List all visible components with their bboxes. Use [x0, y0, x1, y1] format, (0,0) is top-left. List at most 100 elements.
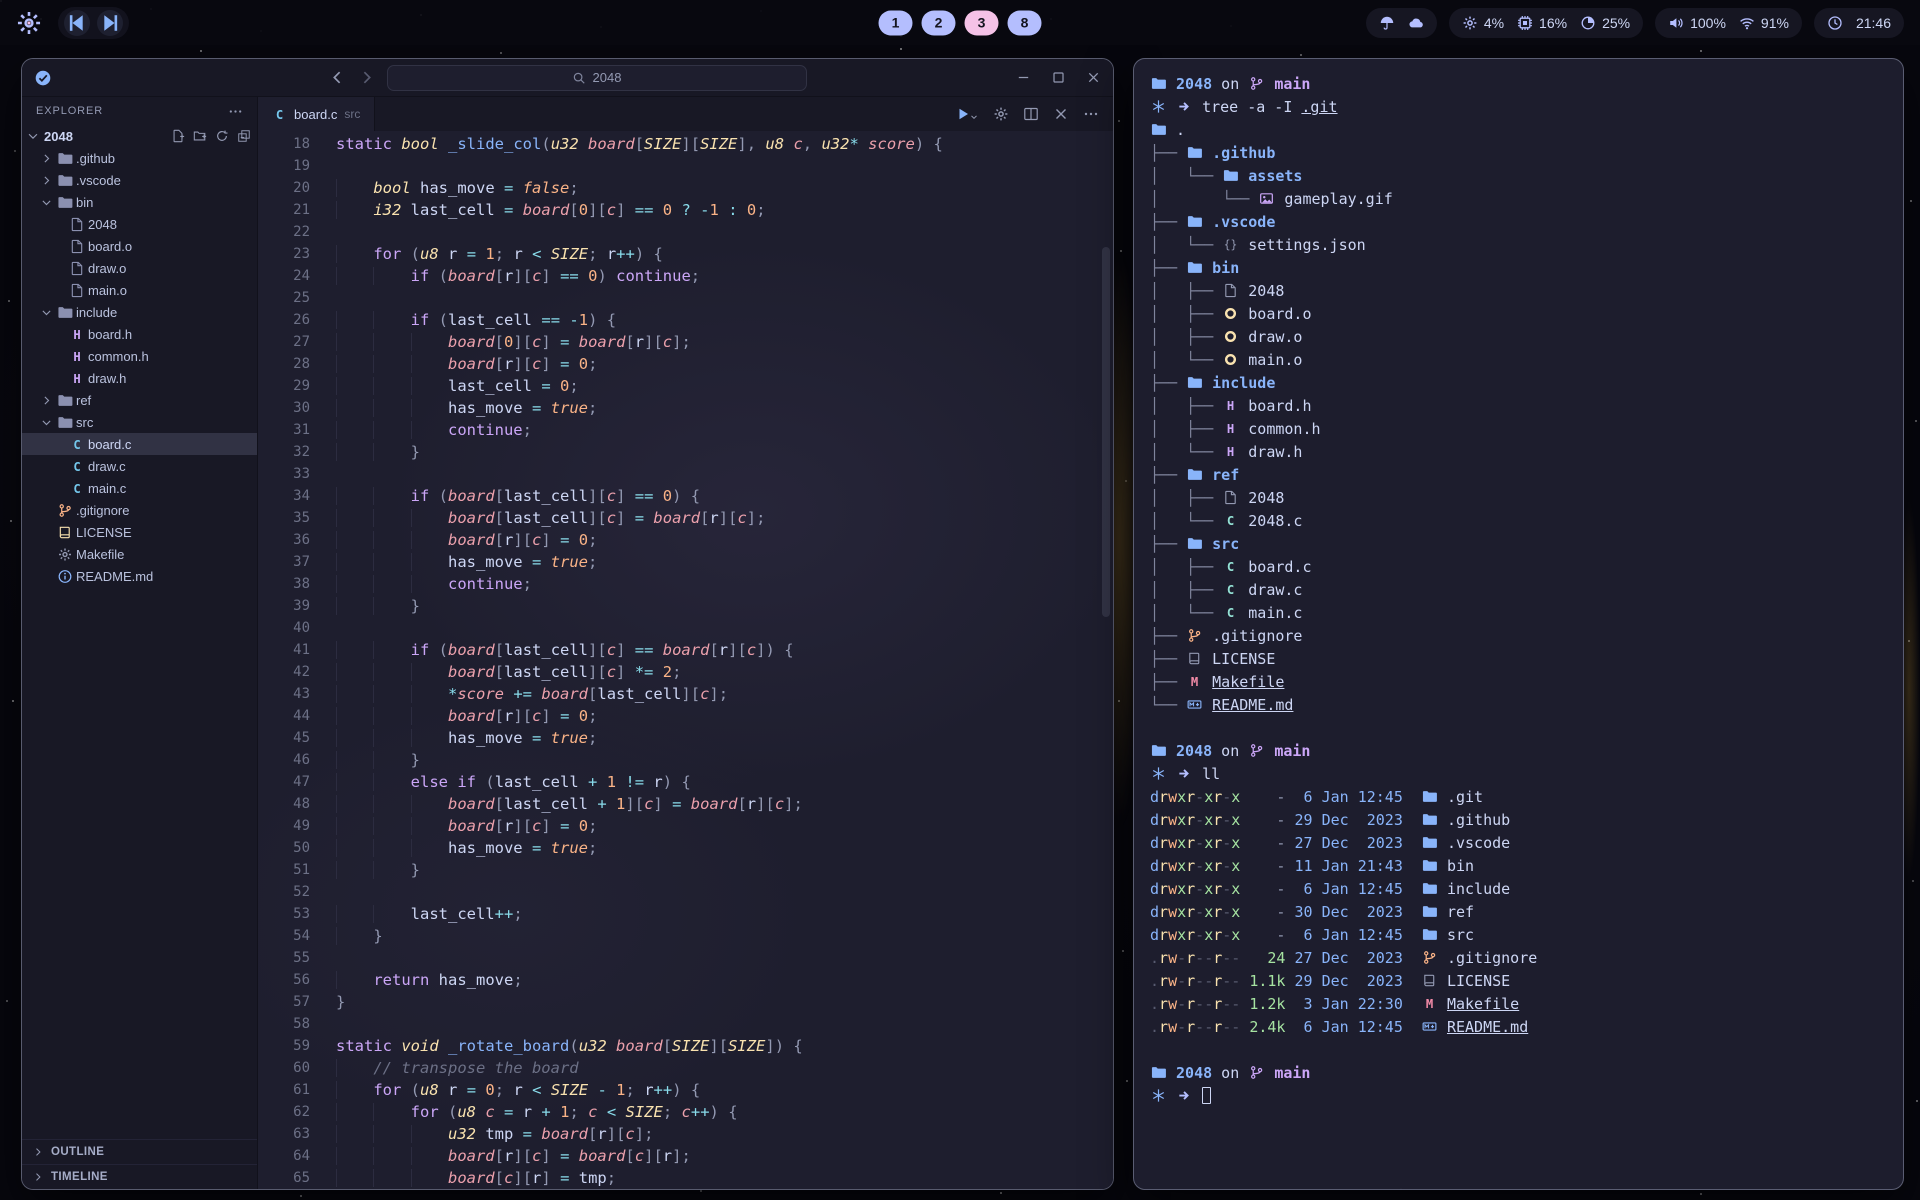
code-line-27[interactable]: 27 board[0][c] = board[r][c];	[258, 331, 1113, 353]
split-editor-icon[interactable]	[1023, 106, 1039, 122]
explorer-item-draw.h[interactable]: Hdraw.h	[22, 367, 257, 389]
code-line-56[interactable]: 56 return has_move;	[258, 969, 1113, 991]
code-line-25[interactable]: 25	[258, 287, 1113, 309]
code-line-59[interactable]: 59static void _rotate_board(u32 board[SI…	[258, 1035, 1113, 1057]
code-editor[interactable]: 18static bool _slide_col(u32 board[SIZE]…	[258, 131, 1113, 1189]
code-line-28[interactable]: 28 board[r][c] = 0;	[258, 353, 1113, 375]
code-line-19[interactable]: 19	[258, 155, 1113, 177]
explorer-item-common.h[interactable]: Hcommon.h	[22, 345, 257, 367]
refresh-icon[interactable]	[215, 129, 229, 143]
code-line-41[interactable]: 41 if (board[last_cell][c] == board[r][c…	[258, 639, 1113, 661]
terminal-input-line[interactable]	[1150, 1085, 1887, 1108]
explorer-item-draw.c[interactable]: Cdraw.c	[22, 455, 257, 477]
code-line-45[interactable]: 45 has_move = true;	[258, 727, 1113, 749]
code-line-33[interactable]: 33	[258, 463, 1113, 485]
more-actions-icon[interactable]	[1083, 106, 1099, 122]
code-line-50[interactable]: 50 has_move = true;	[258, 837, 1113, 859]
explorer-item-main.c[interactable]: Cmain.c	[22, 477, 257, 499]
media-previous-button[interactable]	[64, 10, 90, 36]
new-folder-icon[interactable]	[193, 129, 207, 143]
code-line-20[interactable]: 20 bool has_move = false;	[258, 177, 1113, 199]
code-line-58[interactable]: 58	[258, 1013, 1113, 1035]
weather-widget[interactable]	[1366, 8, 1437, 38]
code-line-30[interactable]: 30 has_move = true;	[258, 397, 1113, 419]
explorer-item-.gitignore[interactable]: .gitignore	[22, 499, 257, 521]
code-line-54[interactable]: 54 }	[258, 925, 1113, 947]
explorer-item-board.h[interactable]: Hboard.h	[22, 323, 257, 345]
code-line-37[interactable]: 37 has_move = true;	[258, 551, 1113, 573]
code-line-32[interactable]: 32 }	[258, 441, 1113, 463]
explorer-item-LICENSE[interactable]: LICENSE	[22, 521, 257, 543]
system-stats-widget[interactable]: 4%16%25%	[1449, 8, 1643, 38]
code-line-57[interactable]: 57}	[258, 991, 1113, 1013]
explorer-item-main.o[interactable]: main.o	[22, 279, 257, 301]
explorer-item-board.c[interactable]: Cboard.c	[22, 433, 257, 455]
editor-settings-icon[interactable]	[993, 106, 1009, 122]
code-line-52[interactable]: 52	[258, 881, 1113, 903]
explorer-item-Makefile[interactable]: Makefile	[22, 543, 257, 565]
explorer-item-2048[interactable]: 2048	[22, 213, 257, 235]
minimize-button[interactable]	[1016, 70, 1031, 85]
code-line-46[interactable]: 46 }	[258, 749, 1113, 771]
explorer-item-board.o[interactable]: board.o	[22, 235, 257, 257]
code-line-35[interactable]: 35 board[last_cell][c] = board[r][c];	[258, 507, 1113, 529]
code-line-60[interactable]: 60 // transpose the board	[258, 1057, 1113, 1079]
settings-gear-icon[interactable]	[16, 10, 42, 36]
outline-panel-header[interactable]: OUTLINE	[22, 1139, 257, 1164]
close-button[interactable]	[1086, 70, 1101, 85]
code-line-62[interactable]: 62 for (u8 c = r + 1; c < SIZE; c++) {	[258, 1101, 1113, 1123]
tab-board-c[interactable]: C board.c src	[258, 97, 375, 131]
clock-widget[interactable]: 21:46	[1814, 8, 1904, 38]
code-line-36[interactable]: 36 board[r][c] = 0;	[258, 529, 1113, 551]
code-line-31[interactable]: 31 continue;	[258, 419, 1113, 441]
code-line-26[interactable]: 26 if (last_cell == -1) {	[258, 309, 1113, 331]
code-line-65[interactable]: 65 board[c][r] = tmp;	[258, 1167, 1113, 1189]
new-file-icon[interactable]	[171, 129, 185, 143]
terminal-content[interactable]: 2048 on main tree -a -I .git .├── .githu…	[1134, 59, 1903, 1122]
explorer-root-row[interactable]: 2048	[22, 125, 257, 147]
explorer-more-actions-icon[interactable]	[228, 104, 243, 119]
explorer-item-src[interactable]: src	[22, 411, 257, 433]
code-line-47[interactable]: 47 else if (last_cell + 1 != r) {	[258, 771, 1113, 793]
explorer-item-ref[interactable]: ref	[22, 389, 257, 411]
code-line-22[interactable]: 22	[258, 221, 1113, 243]
audio-network-widget[interactable]: 100% 91%	[1655, 8, 1802, 38]
explorer-item-README.md[interactable]: README.md	[22, 565, 257, 587]
maximize-button[interactable]	[1051, 70, 1066, 85]
code-line-53[interactable]: 53 last_cell++;	[258, 903, 1113, 925]
code-line-39[interactable]: 39 }	[258, 595, 1113, 617]
code-line-64[interactable]: 64 board[r][c] = board[c][r];	[258, 1145, 1113, 1167]
code-line-38[interactable]: 38 continue;	[258, 573, 1113, 595]
code-line-49[interactable]: 49 board[r][c] = 0;	[258, 815, 1113, 837]
code-line-43[interactable]: 43 *score += board[last_cell][c];	[258, 683, 1113, 705]
terminal-cursor[interactable]	[1202, 1087, 1211, 1104]
navigate-back-button[interactable]	[329, 69, 346, 86]
explorer-item-bin[interactable]: bin	[22, 191, 257, 213]
code-line-34[interactable]: 34 if (board[last_cell][c] == 0) {	[258, 485, 1113, 507]
close-editor-icon[interactable]	[1053, 106, 1069, 122]
code-line-21[interactable]: 21 i32 last_cell = board[0][c] == 0 ? -1…	[258, 199, 1113, 221]
code-line-24[interactable]: 24 if (board[r][c] == 0) continue;	[258, 265, 1113, 287]
code-line-48[interactable]: 48 board[last_cell + 1][c] = board[r][c]…	[258, 793, 1113, 815]
explorer-item-.github[interactable]: .github	[22, 147, 257, 169]
code-line-55[interactable]: 55	[258, 947, 1113, 969]
code-line-18[interactable]: 18static bool _slide_col(u32 board[SIZE]…	[258, 133, 1113, 155]
workspace-2[interactable]: 2	[922, 10, 956, 35]
run-file-button[interactable]	[955, 106, 979, 122]
workspace-3[interactable]: 3	[965, 10, 999, 35]
code-line-40[interactable]: 40	[258, 617, 1113, 639]
timeline-panel-header[interactable]: TIMELINE	[22, 1164, 257, 1189]
code-line-29[interactable]: 29 last_cell = 0;	[258, 375, 1113, 397]
code-line-61[interactable]: 61 for (u8 r = 0; r < SIZE - 1; r++) {	[258, 1079, 1113, 1101]
editor-scrollbar-thumb[interactable]	[1102, 247, 1110, 617]
code-line-51[interactable]: 51 }	[258, 859, 1113, 881]
vscode-titlebar[interactable]: 2048	[22, 59, 1113, 97]
code-line-23[interactable]: 23 for (u8 r = 1; r < SIZE; r++) {	[258, 243, 1113, 265]
explorer-item-draw.o[interactable]: draw.o	[22, 257, 257, 279]
collapse-all-icon[interactable]	[237, 129, 251, 143]
code-line-42[interactable]: 42 board[last_cell][c] *= 2;	[258, 661, 1113, 683]
media-next-button[interactable]	[97, 10, 123, 36]
navigate-forward-button[interactable]	[358, 69, 375, 86]
explorer-item-include[interactable]: include	[22, 301, 257, 323]
command-center-search[interactable]: 2048	[387, 65, 807, 91]
